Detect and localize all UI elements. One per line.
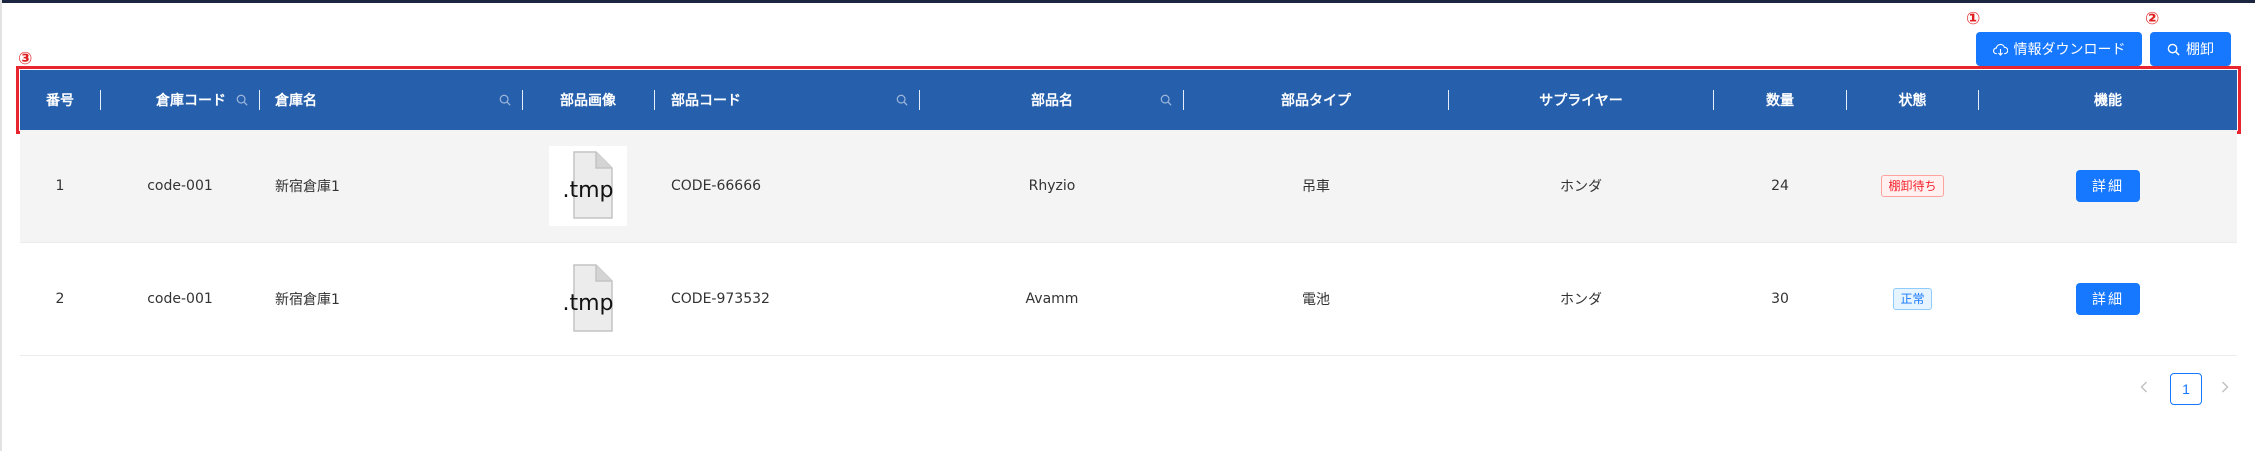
chevron-right-icon [2221, 380, 2229, 398]
download-info-button[interactable]: 情報ダウンロード [1976, 32, 2142, 66]
column-header-part-image[interactable]: 部品画像 [523, 70, 653, 130]
detail-button[interactable]: 詳細 [2076, 170, 2140, 202]
pagination-page-1[interactable]: 1 [2170, 373, 2202, 405]
download-info-label: 情報ダウンロード [2013, 42, 2126, 58]
status-badge: 正常 [1893, 288, 1932, 310]
cell-part-name: Avamm [1025, 291, 1079, 307]
file-extension-label: .tmp [562, 291, 613, 316]
part-image-thumbnail[interactable]: .tmp [549, 146, 627, 226]
top-border [0, 0, 2255, 3]
column-divider [654, 90, 655, 110]
column-header-quantity[interactable]: 数量 [1714, 70, 1846, 130]
detail-button[interactable]: 詳細 [2076, 283, 2140, 315]
column-header-part-type[interactable]: 部品タイプ [1184, 70, 1448, 130]
column-header-number[interactable]: 番号 [20, 70, 100, 130]
cell-part-code: CODE-66666 [671, 178, 762, 194]
column-header-status[interactable]: 状態 [1847, 70, 1978, 130]
cell-warehouse-code: code-001 [147, 178, 213, 194]
cell-part-code: CODE-973532 [671, 291, 770, 307]
cell-warehouse-name: 新宿倉庫1 [275, 179, 340, 195]
cloud-download-icon [1992, 43, 2008, 56]
search-icon[interactable] [236, 93, 248, 111]
annotation-marker-1: ① [1966, 9, 1981, 29]
chevron-left-icon [2140, 380, 2148, 398]
file-icon: .tmp [560, 150, 616, 222]
cell-number: 2 [55, 291, 65, 307]
cell-warehouse-code: code-001 [147, 291, 213, 307]
annotation-marker-2: ② [2145, 9, 2160, 29]
column-header-warehouse-name[interactable]: 倉庫名 [275, 70, 475, 130]
cell-part-type: 吊車 [1302, 179, 1330, 195]
search-icon [2167, 43, 2180, 56]
column-header-part-code[interactable]: 部品コード [671, 70, 871, 130]
table-header: 番号 倉庫コード 倉庫名 部品画像 部品コード 部品名 部品タイプ サプライヤー… [20, 70, 2237, 130]
cell-status: 正常 [1847, 243, 1978, 355]
cell-part-image: .tmp [523, 130, 653, 242]
table-row: 2 code-001 新宿倉庫1 .tmp CODE-973532 Avamm … [20, 243, 2237, 356]
column-header-part-name[interactable]: 部品名 [920, 70, 1184, 130]
cell-actions: 詳細 [1979, 243, 2237, 355]
pagination-prev-button[interactable] [2134, 374, 2154, 404]
file-extension-label: .tmp [562, 178, 613, 203]
cell-part-type: 電池 [1302, 292, 1330, 308]
column-header-supplier[interactable]: サプライヤー [1449, 70, 1713, 130]
part-image-thumbnail[interactable]: .tmp [549, 259, 627, 339]
search-icon[interactable] [896, 93, 908, 111]
cell-warehouse-name: 新宿倉庫1 [275, 292, 340, 308]
inventory-check-button[interactable]: 棚卸 [2150, 32, 2231, 66]
cell-number: 1 [55, 178, 65, 194]
column-header-warehouse-code[interactable]: 倉庫コード [101, 70, 281, 130]
search-icon[interactable] [1160, 93, 1172, 111]
search-icon[interactable] [499, 93, 511, 111]
inventory-check-label: 棚卸 [2186, 42, 2214, 58]
status-badge: 棚卸待ち [1881, 175, 1944, 197]
cell-supplier: ホンダ [1560, 292, 1602, 308]
left-border [0, 0, 2, 451]
cell-supplier: ホンダ [1560, 179, 1602, 195]
table-row: 1 code-001 新宿倉庫1 .tmp CODE-66666 Rhyzio … [20, 130, 2237, 243]
cell-part-image: .tmp [523, 243, 653, 355]
column-header-actions[interactable]: 機能 [1979, 70, 2237, 130]
cell-actions: 詳細 [1979, 130, 2237, 242]
cell-status: 棚卸待ち [1847, 130, 1978, 242]
cell-part-name: Rhyzio [1028, 178, 1076, 194]
cell-quantity: 30 [1771, 291, 1789, 307]
pagination-next-button[interactable] [2215, 374, 2235, 404]
column-divider [259, 90, 260, 110]
file-icon: .tmp [560, 263, 616, 335]
cell-quantity: 24 [1771, 178, 1789, 194]
